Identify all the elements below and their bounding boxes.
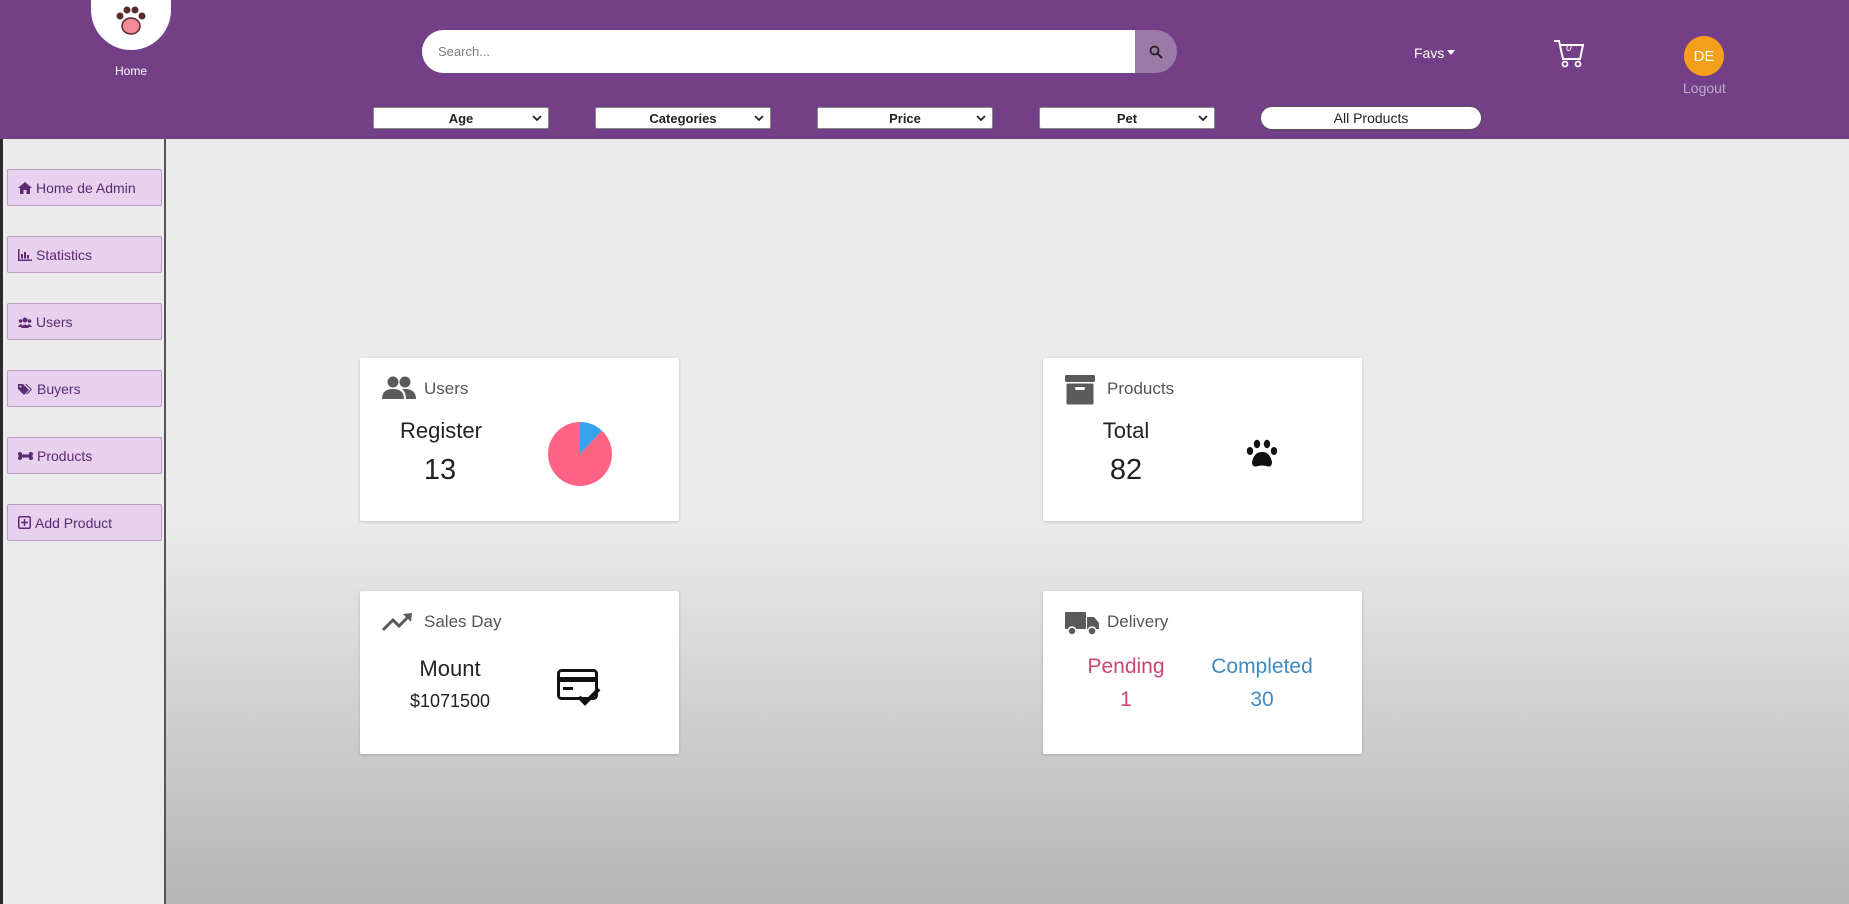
users-icon [382,376,416,399]
products-card-title: Products [1107,379,1175,398]
sidebar-item-label: Home de Admin [36,179,136,196]
archive-box-icon [1065,375,1095,405]
chevron-down-icon [532,115,542,122]
age-filter-label: Age [448,110,474,126]
sidebar-item-add-product[interactable]: Add Product [7,504,162,541]
mount-label: Mount [419,656,481,681]
age-filter-select[interactable]: Age [373,107,549,129]
register-label: Register [400,418,482,443]
categories-filter-select[interactable]: Categories [595,107,771,129]
chevron-down-icon [976,115,986,122]
favs-label: Favs [1414,45,1445,61]
search-input[interactable] [422,30,1136,73]
plus-square-icon [18,516,31,529]
bone-icon [18,451,33,460]
admin-sidebar: Home de Admin Statistics Users Buyers Pr… [0,139,166,904]
pet-filter-select[interactable]: Pet [1039,107,1215,129]
sidebar-item-products[interactable]: Products [7,437,162,474]
delivery-card: Delivery Pending 1 Completed 30 [1043,591,1362,754]
home-label[interactable]: Home [88,64,174,78]
avatar[interactable]: DE [1684,36,1724,76]
home-icon [18,181,32,194]
sidebar-item-label: Products [37,447,93,464]
cart-count: 0 [1566,43,1572,54]
sidebar-item-statistics[interactable]: Statistics [7,236,162,273]
sidebar-item-buyers[interactable]: Buyers [7,370,162,407]
pending-count: 1 [1120,688,1132,711]
credit-card-check-icon [557,669,601,706]
search-button[interactable] [1135,30,1177,73]
delivery-title: Delivery [1107,612,1169,631]
home-logo-link[interactable]: Home [88,0,174,78]
products-card: Products Total 82 [1043,358,1362,521]
sales-day-title: Sales Day [424,612,502,631]
chart-icon [18,248,32,261]
price-filter-select[interactable]: Price [817,107,993,129]
logout-link[interactable]: Logout [1683,80,1726,96]
all-products-button[interactable]: All Products [1260,106,1482,130]
total-count: 82 [1109,454,1143,486]
register-count: 13 [423,454,457,486]
users-icon [18,317,32,328]
price-filter-label: Price [889,110,921,126]
sidebar-item-label: Users [36,313,73,330]
sales-day-card: Sales Day Mount $1071500 [360,591,679,754]
paw-logo-icon [91,0,171,50]
pet-filter-label: Pet [1116,110,1138,126]
chevron-down-icon [1198,115,1208,122]
sidebar-item-label: Add Product [35,514,113,531]
tags-icon [18,383,32,395]
favs-dropdown[interactable]: Favs [1414,45,1456,61]
pending-label: Pending [1087,655,1165,678]
trending-up-icon [382,613,412,632]
categories-filter-label: Categories [649,110,717,126]
total-label: Total [1102,418,1150,443]
sidebar-item-label: Statistics [36,246,93,263]
sidebar-item-label: Buyers [37,380,81,397]
top-header: Home Favs 0 DE Logout Age Categories Pri… [0,0,1849,139]
chevron-down-icon [754,115,764,122]
caret-down-icon [1447,50,1456,55]
users-card: Users Register 13 [360,358,679,521]
users-pie-chart [548,422,612,486]
cart-button[interactable]: 0 [1552,36,1586,70]
truck-icon [1065,612,1099,636]
completed-count: 30 [1250,688,1274,711]
mount-value: $1071500 [409,691,491,711]
search-icon [1149,45,1163,59]
completed-label: Completed [1211,655,1313,678]
paw-icon [1246,439,1278,467]
users-card-title: Users [424,379,469,398]
sidebar-item-home-de-admin[interactable]: Home de Admin [7,169,162,206]
sidebar-item-users[interactable]: Users [7,303,162,340]
